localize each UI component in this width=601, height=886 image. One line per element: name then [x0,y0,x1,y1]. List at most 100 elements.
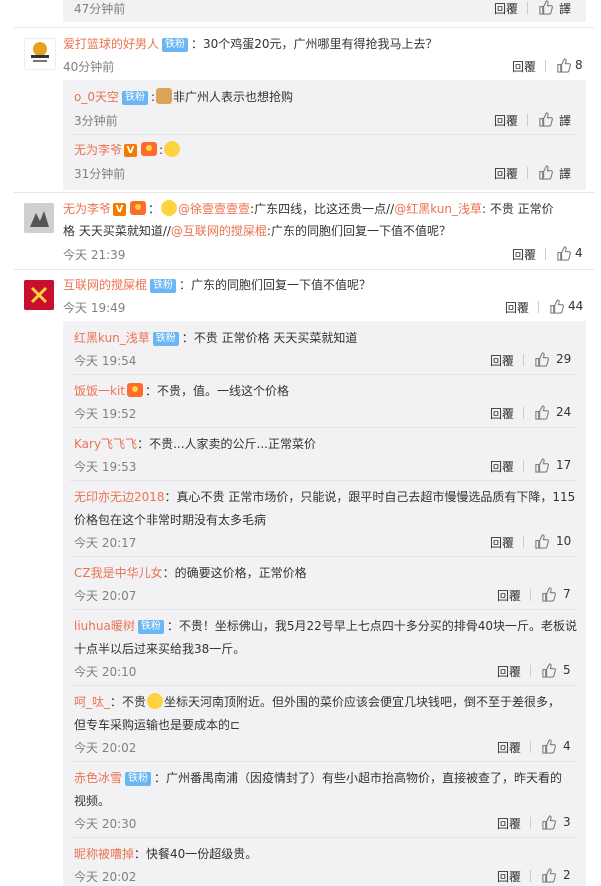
reply-time: 31分钟前 [74,167,126,181]
comment-line: 互联网的搅屎棍 铁粉 ：广东的同胞们回复一下值不值呢？ [63,276,371,294]
reply-time: 今天 20:07 [74,589,137,603]
vip-badge [130,201,147,215]
separator [70,609,575,610]
username[interactable]: 昵称被嘈掉 [74,847,134,861]
thumbs-up-icon[interactable] [534,534,549,549]
like-count: 10 [556,534,572,548]
reply-button[interactable]: 回覆 [490,534,514,551]
reply-line: 无印亦无边2018：真心不贵 正常市场价，只能说，跟平时自己去超市慢慢选品质有下… [74,488,575,506]
username[interactable]: Kary飞飞飞 [74,437,137,451]
fan-badge: 铁粉 [121,91,148,105]
reply-line: 昵称被嘈掉：快餐40一份超级贵。 [74,845,257,863]
reply-button[interactable]: 回覆 [512,58,536,75]
translate-label[interactable]: 譯 [559,112,571,129]
avatar[interactable] [24,38,56,70]
reply-button[interactable]: 回覆 [490,405,514,422]
reply-time: 今天 20:02 [74,870,137,884]
like-count: 44 [568,299,584,313]
comment-text: 格 天天买菜就知道// [63,224,171,238]
divider [530,870,531,882]
comment-time: 47分钟前 [74,2,126,16]
username[interactable]: 无为李爷 [74,143,122,157]
username[interactable]: liuhua暖树 [74,619,135,633]
reply-button[interactable]: 回覆 [512,246,536,263]
thumbs-up-icon[interactable] [538,112,553,127]
comment-time: 今天 19:49 [63,301,126,315]
verified-badge: V [124,144,138,157]
mention-link[interactable]: @红黑kun_浅草 [394,202,482,216]
dog-emoji-icon [156,88,173,104]
thumbs-up-icon[interactable] [541,815,556,830]
divider [538,301,539,313]
reply-button[interactable]: 回覆 [497,815,521,832]
reply-button[interactable]: 回覆 [490,352,514,369]
reply-text: ：的确要这价格，正常价格 [162,566,307,580]
username[interactable]: 爱打篮球的好男人 [63,37,159,51]
thumbs-up-icon[interactable] [534,458,549,473]
reply-button[interactable]: 回覆 [497,868,521,885]
reply-time: 今天 19:52 [74,407,137,421]
username[interactable]: o_0天空 [74,90,119,104]
comment-text: ： [148,202,161,216]
reply-text: 十点半以后过来买给我38一斤。 [74,642,246,656]
thumbs-up-icon[interactable] [541,663,556,678]
mention-link[interactable]: @互联网的搅屎棍 [171,224,267,238]
reply-button[interactable]: 回覆 [497,587,521,604]
thumbs-up-icon[interactable] [538,165,553,180]
reply-line: 视频。 [74,792,110,810]
reply-button[interactable]: 回覆 [497,663,521,680]
mention-link[interactable]: @徐壹壹壹壹 [178,202,250,216]
reply-line: CZ我是中华儿女：的确要这价格，正常价格 [74,564,307,582]
comment-time: 40分钟前 [63,60,115,74]
thumbs-up-icon[interactable] [534,352,549,367]
laughing-emoji-icon [164,141,181,157]
separator [14,27,594,28]
thumbs-up-icon[interactable] [549,299,564,314]
thumbs-up-icon[interactable] [534,405,549,420]
username[interactable]: 红黑kun_浅草 [74,331,150,345]
comment-line: 无为李爷 V ： @徐壹壹壹壹:广东四线，比这还贵一点//@红黑kun_浅草: 不贵 … [63,200,554,218]
reply-line: 红黑kun_浅草 铁粉 ：不贵 正常价格 天天买菜就知道 [74,329,357,347]
comment-text: :广东四线，比这还贵一点// [250,202,395,216]
reply-button[interactable]: 回覆 [490,458,514,475]
separator [70,837,575,838]
thumbs-up-icon[interactable] [556,58,571,73]
username[interactable]: 饭饭一kit [74,384,125,398]
username[interactable]: 无为李爷 [63,202,111,216]
translate-label[interactable]: 譯 [559,165,571,182]
username[interactable]: CZ我是中华儿女 [74,566,163,580]
thumbs-up-icon[interactable] [541,587,556,602]
reply-time: 今天 19:53 [74,460,137,474]
username[interactable]: 互联网的搅屎棍 [63,278,147,292]
divider [523,460,524,472]
avatar[interactable] [24,280,54,310]
username[interactable]: 呵_呔_ [74,695,110,709]
reply-button[interactable]: 回覆 [494,165,518,182]
separator [14,192,594,193]
reply-time: 今天 20:30 [74,817,137,831]
fan-badge: 铁粉 [125,772,152,786]
vip-badge [127,383,143,397]
reply-button[interactable]: 回覆 [505,299,529,316]
translate-label[interactable]: 譯 [559,0,571,17]
avatar[interactable] [24,203,54,233]
reply-button[interactable]: 回覆 [494,0,518,17]
reply-line: liuhua暖树 铁粉 ：不贵！坐标佛山，我5月22号早上七点四十多分买的排骨40块… [74,617,577,635]
thumbs-up-icon[interactable] [556,246,571,261]
thumbs-up-icon[interactable] [538,0,553,15]
reply-line: 赤色冰雪 铁粉 ：广州番禺南浦（因疫情封了）有些小超市抬高物价，直接被查了，昨天看的 [74,769,562,787]
thumbs-up-icon[interactable] [541,868,556,883]
username[interactable]: 无印亦无边2018 [74,490,165,504]
username[interactable]: 赤色冰雪 [74,771,122,785]
reply-text: ：不贵！坐标佛山，我5月22号早上七点四十多分买的排骨40块一斤。老板说 [166,619,578,633]
reply-button[interactable]: 回覆 [494,112,518,129]
vip-badge [141,142,158,156]
reply-line: 价格包在这个非常时期没有太多毛病 [74,511,266,529]
reply-text: ：不贵 [110,695,147,709]
reply-button[interactable]: 回覆 [497,739,521,756]
thumbs-up-icon[interactable] [541,739,556,754]
like-count: 4 [563,739,571,753]
like-count: 2 [563,868,571,882]
fan-badge: 铁粉 [152,332,179,346]
separator [70,480,575,481]
